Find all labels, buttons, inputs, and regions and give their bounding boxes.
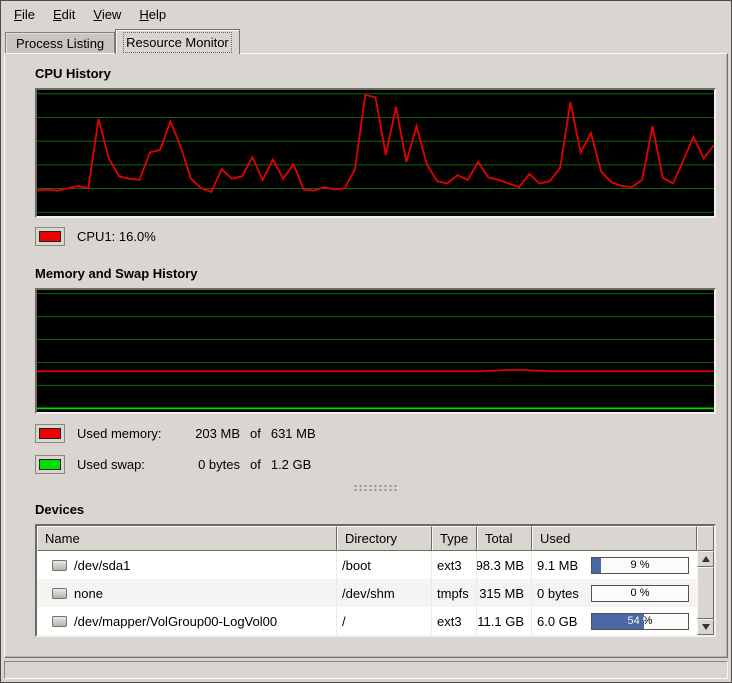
scroll-up-button[interactable] bbox=[697, 551, 714, 567]
progress-label: 9 % bbox=[592, 558, 688, 573]
devices-rows: /dev/sda1/bootext398.3 MB 9.1 MB 9 %9 % non… bbox=[37, 551, 697, 635]
pane-resize-handle[interactable] bbox=[353, 484, 399, 492]
menu-edit[interactable]: Edit bbox=[44, 4, 84, 25]
devices-table: Name Directory Type Total Used /dev/sda1… bbox=[35, 524, 716, 637]
cpu-color-chip bbox=[39, 231, 61, 242]
device-type: ext3 bbox=[432, 607, 477, 635]
drive-icon bbox=[52, 616, 67, 627]
devices-table-main: Name Directory Type Total Used /dev/sda1… bbox=[37, 526, 697, 635]
cpu-history-chart bbox=[35, 88, 716, 218]
drive-icon bbox=[52, 588, 67, 599]
device-directory: /boot bbox=[337, 551, 432, 579]
devices-title: Devices bbox=[35, 502, 716, 517]
down-arrow-icon bbox=[702, 624, 710, 630]
device-total: 11.1 GB bbox=[477, 607, 532, 635]
memory-total-value: 631 MB bbox=[271, 426, 316, 441]
menubar: FileEditViewHelp bbox=[1, 1, 731, 27]
vertical-scrollbar[interactable] bbox=[697, 526, 714, 635]
device-used: 6.0 GB bbox=[537, 614, 577, 629]
swap-legend: Used swap: 0 bytes of 1.2 GB bbox=[35, 455, 716, 474]
memory-color-chip bbox=[39, 428, 61, 439]
usage-progressbar: 0 %0 % bbox=[591, 585, 689, 602]
swap-color-chip bbox=[39, 459, 61, 470]
cpu-history-plot bbox=[37, 90, 714, 216]
memory-swap-title: Memory and Swap History bbox=[35, 266, 716, 281]
tab-process-listing-label: Process Listing bbox=[16, 36, 104, 51]
memory-color-swatch[interactable] bbox=[35, 424, 65, 443]
menu-file[interactable]: File bbox=[5, 4, 44, 25]
device-name: /dev/sda1 bbox=[74, 558, 130, 573]
device-used: 9.1 MB bbox=[537, 558, 578, 573]
cpu-color-swatch[interactable] bbox=[35, 227, 65, 246]
progress-label-clip: 54 % bbox=[592, 614, 644, 629]
device-type: ext3 bbox=[432, 551, 477, 579]
scrollbar-thumb[interactable] bbox=[697, 567, 714, 619]
cpu-legend-label: CPU1: 16.0% bbox=[77, 229, 156, 244]
device-row[interactable]: /dev/mapper/VolGroup00-LogVol00 /ext311.1… bbox=[37, 607, 697, 635]
column-header-type[interactable]: Type bbox=[432, 526, 477, 551]
device-row[interactable]: none/dev/shmtmpfs315 MB 0 bytes 0 %0 % bbox=[37, 579, 697, 607]
device-name-cell: /dev/sda1 bbox=[37, 551, 337, 579]
device-directory: /dev/shm bbox=[337, 579, 432, 607]
swap-used-value: 0 bytes bbox=[180, 457, 240, 472]
device-used: 0 bytes bbox=[537, 586, 579, 601]
drive-icon bbox=[52, 560, 67, 571]
memory-swap-chart bbox=[35, 288, 716, 414]
column-header-total[interactable]: Total bbox=[477, 526, 532, 551]
tab-resource-monitor-label: Resource Monitor bbox=[126, 35, 229, 50]
device-used-cell: 6.0 GB 54 %54 % bbox=[532, 607, 697, 635]
scroll-down-button[interactable] bbox=[697, 619, 714, 635]
scrollbar-header-stub bbox=[697, 526, 714, 551]
device-row[interactable]: /dev/sda1/bootext398.3 MB 9.1 MB 9 %9 % bbox=[37, 551, 697, 579]
column-header-name[interactable]: Name bbox=[37, 526, 337, 551]
memory-used-value: 203 MB bbox=[180, 426, 240, 441]
cpu-legend: CPU1: 16.0% bbox=[35, 227, 716, 246]
up-arrow-icon bbox=[702, 556, 710, 562]
device-used-cell: 9.1 MB 9 %9 % bbox=[532, 551, 697, 579]
progress-label-inverse: 54 % bbox=[592, 614, 644, 629]
memory-legend: Used memory: 203 MB of 631 MB bbox=[35, 424, 716, 443]
cpu-history-title: CPU History bbox=[35, 66, 716, 81]
memory-legend-label: Used memory: bbox=[77, 426, 180, 441]
progress-label: 0 % bbox=[592, 586, 688, 601]
device-used-cell: 0 bytes 0 %0 % bbox=[532, 579, 697, 607]
device-name: none bbox=[74, 586, 103, 601]
device-total: 98.3 MB bbox=[477, 551, 532, 579]
devices-table-header: Name Directory Type Total Used bbox=[37, 526, 697, 551]
tab-process-listing[interactable]: Process Listing bbox=[5, 32, 115, 53]
usage-progressbar: 54 %54 % bbox=[591, 613, 689, 630]
device-type: tmpfs bbox=[432, 579, 477, 607]
menu-help[interactable]: Help bbox=[130, 4, 175, 25]
resource-monitor-panel: CPU History CPU1: 16.0% Memory and Swap … bbox=[4, 53, 728, 658]
status-bar bbox=[4, 661, 728, 679]
progress-label-inverse: 9 % bbox=[592, 558, 601, 573]
swap-color-swatch[interactable] bbox=[35, 455, 65, 474]
device-name: /dev/mapper/VolGroup00-LogVol00 bbox=[74, 614, 277, 629]
device-name-cell: /dev/mapper/VolGroup00-LogVol00 bbox=[37, 607, 337, 635]
memory-of-word: of bbox=[250, 426, 261, 441]
device-name-cell: none bbox=[37, 579, 337, 607]
swap-of-word: of bbox=[250, 457, 261, 472]
menu-view[interactable]: View bbox=[84, 4, 130, 25]
column-header-used[interactable]: Used bbox=[532, 526, 697, 551]
tab-bar: Process Listing Resource Monitor bbox=[1, 27, 731, 53]
tab-resource-monitor[interactable]: Resource Monitor bbox=[115, 29, 240, 54]
usage-progressbar: 9 %9 % bbox=[591, 557, 689, 574]
system-monitor-window: FileEditViewHelp Process Listing Resourc… bbox=[0, 0, 732, 683]
device-total: 315 MB bbox=[477, 579, 532, 607]
progress-label-clip: 9 % bbox=[592, 558, 601, 573]
device-directory: / bbox=[337, 607, 432, 635]
swap-total-value: 1.2 GB bbox=[271, 457, 311, 472]
memory-swap-plot bbox=[37, 290, 714, 412]
swap-legend-label: Used swap: bbox=[77, 457, 180, 472]
column-header-directory[interactable]: Directory bbox=[337, 526, 432, 551]
